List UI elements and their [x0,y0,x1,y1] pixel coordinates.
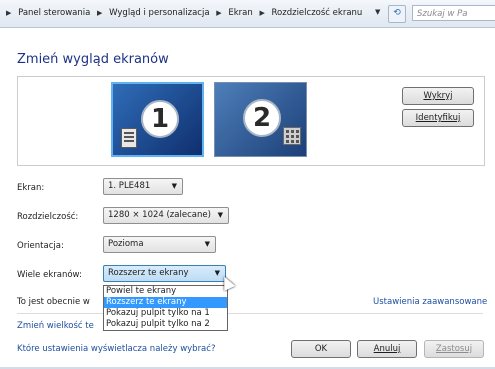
dropdown-option-extend[interactable]: Rozszerz te ekrany [104,297,227,308]
ok-button[interactable]: OK [291,340,351,358]
dropdown-option-duplicate[interactable]: Powiel te ekrany [104,286,227,297]
advanced-settings-link[interactable]: Ustawienia zaawansowane [373,297,487,307]
display-select[interactable]: 1. PLE481 ▼ [103,178,183,195]
address-bar: ▶ Panel sterowania ▶ Wygląd i personaliz… [0,0,495,28]
current-display-text: To jest obecnie w [17,297,90,307]
address-history-dropdown-icon[interactable]: ▼ [375,8,380,16]
chevron-down-icon: ▼ [171,182,177,190]
detect-button[interactable]: Wykryj [402,87,474,105]
cancel-button-label: Anuluj [373,344,401,354]
search-input[interactable]: Szukaj w Pa [412,5,495,21]
breadcrumb-item-appearance[interactable]: Wygląd i personalizacja [109,8,209,18]
orientation-label: Orientacja: [17,241,64,251]
monitor-arrangement-panel: 1 2 Wykryj Identyfikuj [17,76,485,166]
page-title: Zmień wygląd ekranów [17,52,169,67]
breadcrumb-item-control-panel[interactable]: Panel sterowania [18,8,90,18]
display-select-value: 1. PLE481 [108,181,151,191]
identify-button-label: Identyfikuj [415,113,461,123]
apply-button-label: Zastosuj [435,344,473,354]
monitor-2[interactable]: 2 [214,82,307,157]
monitor-number-badge: 2 [243,99,281,137]
change-text-size-link[interactable]: Zmień wielkość te [17,321,94,331]
taskbar-window-icon [121,128,137,148]
multiple-displays-select[interactable]: Rozszerz te ekrany ▼ [103,265,226,282]
breadcrumb: ▶ Panel sterowania ▶ Wygląd i personaliz… [6,8,366,18]
display-label: Ekran: [17,183,45,193]
apply-button[interactable]: Zastosuj [424,340,484,358]
cancel-button[interactable]: Anuluj [357,340,417,358]
multiple-displays-label: Wiele ekranów: [17,270,82,280]
resolution-select[interactable]: 1280 × 1024 (zalecane) ▼ [103,207,229,224]
breadcrumb-item-resolution[interactable]: Rozdzielczość ekranu [272,8,363,18]
orientation-select-value: Pozioma [108,239,144,249]
orientation-select[interactable]: Pozioma ▼ [103,236,216,253]
identify-button[interactable]: Identyfikuj [402,109,474,127]
refresh-icon[interactable]: ⟲ [388,5,406,23]
dropdown-option-show-only-1[interactable]: Pokazuj pulpit tylko na 1 [104,308,227,319]
desktop-grid-icon [283,127,301,145]
chevron-down-icon: ▼ [204,240,210,248]
breadcrumb-arrow-icon[interactable]: ▶ [216,9,221,17]
dropdown-option-show-only-2[interactable]: Pokazuj pulpit tylko na 2 [104,319,227,330]
monitor-1[interactable]: 1 [111,82,204,157]
breadcrumb-arrow-icon[interactable]: ▶ [97,9,102,17]
multiple-displays-select-value: Rozszerz te ekrany [108,268,189,278]
breadcrumb-item-display[interactable]: Ekran [228,8,252,18]
breadcrumb-arrow-icon[interactable]: ▶ [259,9,264,17]
resolution-label: Rozdzielczość: [17,212,79,222]
which-settings-link[interactable]: Które ustawienia wyświetlacza należy wyb… [17,344,215,354]
resolution-select-value: 1280 × 1024 (zalecane) [108,210,211,220]
multiple-displays-dropdown: Powiel te ekrany Rozszerz te ekrany Poka… [103,285,228,331]
chevron-down-icon: ▼ [217,211,223,219]
divider [17,313,483,314]
breadcrumb-arrow-icon: ▶ [6,9,12,17]
detect-button-label: Wykryj [423,91,453,101]
monitor-number-badge: 1 [141,100,179,138]
